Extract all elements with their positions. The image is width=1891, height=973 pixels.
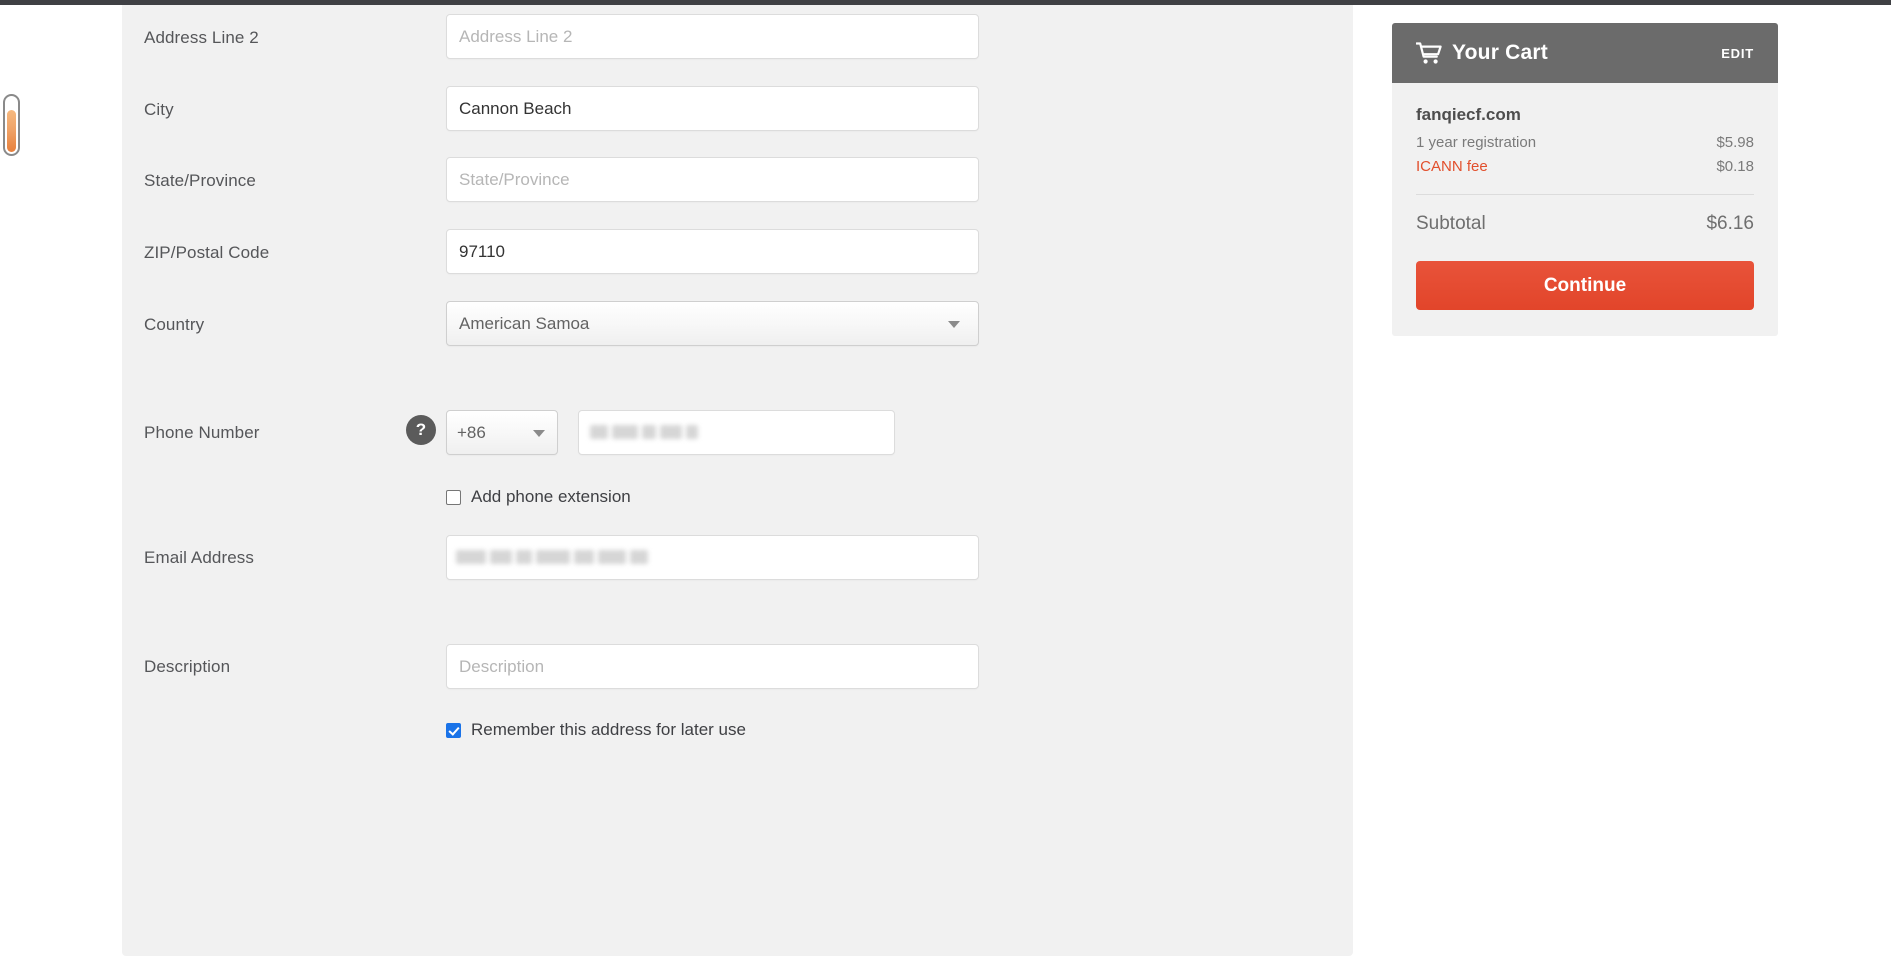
state-province-input[interactable]	[446, 157, 979, 202]
remember-address-label[interactable]: Remember this address for later use	[471, 720, 746, 740]
shopping-cart-icon	[1416, 41, 1442, 64]
control-zip-postal-code	[446, 229, 979, 274]
address-form-panel: Address Line 2 City State/Province ZIP/P…	[122, 5, 1353, 956]
zip-postal-code-input[interactable]	[446, 229, 979, 274]
address-line-2-input[interactable]	[446, 14, 979, 59]
cart-line-price: $0.18	[1716, 158, 1754, 175]
control-phone-number: +86	[446, 410, 895, 455]
cart-domain-name: fanqiecf.com	[1416, 105, 1521, 124]
label-address-line-2: Address Line 2	[144, 28, 259, 47]
cart-title: Your Cart	[1452, 41, 1548, 64]
edge-progress-gauge	[3, 94, 20, 156]
control-state-province	[446, 157, 979, 202]
continue-button[interactable]: Continue	[1416, 261, 1754, 310]
cart-subtotal-value: $6.16	[1706, 213, 1754, 234]
control-address-line-2	[446, 14, 979, 59]
label-state-province: State/Province	[144, 171, 256, 190]
question-mark-icon[interactable]: ?	[406, 415, 436, 445]
cart-subtotal-row: Subtotal $6.16	[1416, 195, 1754, 235]
label-country: Country	[144, 315, 205, 334]
add-phone-extension-row[interactable]: Add phone extension	[446, 487, 631, 507]
cart-line-label: ICANN fee	[1416, 158, 1488, 175]
cart-line-item: ICANN fee $0.18	[1416, 158, 1754, 175]
checkout-page: Address Line 2 City State/Province ZIP/P…	[0, 0, 1891, 973]
phone-number-field-wrap	[578, 410, 895, 455]
label-email-address: Email Address	[144, 548, 254, 567]
add-phone-extension-checkbox[interactable]	[446, 489, 461, 505]
remember-address-row[interactable]: Remember this address for later use	[446, 720, 746, 740]
label-city: City	[144, 100, 174, 119]
edge-progress-gauge-fill	[7, 110, 16, 152]
control-country: American Samoa	[446, 301, 979, 346]
add-phone-extension-label[interactable]: Add phone extension	[471, 487, 631, 507]
country-select[interactable]: American Samoa	[446, 301, 979, 346]
email-address-input[interactable]	[446, 535, 979, 580]
chevron-down-icon	[948, 320, 960, 328]
city-input[interactable]	[446, 86, 979, 131]
label-zip-postal-code: ZIP/Postal Code	[144, 243, 270, 262]
cart-edit-button[interactable]: EDIT	[1721, 46, 1754, 61]
chevron-down-icon	[533, 429, 545, 437]
label-description: Description	[144, 657, 231, 676]
email-field-wrap	[446, 535, 979, 580]
control-city	[446, 86, 979, 131]
cart-line-item: 1 year registration $5.98	[1416, 134, 1754, 151]
description-input[interactable]	[446, 644, 979, 689]
control-description	[446, 644, 979, 689]
phone-country-code-select[interactable]: +86	[446, 410, 558, 455]
cart-line-label: 1 year registration	[1416, 134, 1537, 151]
cart-header: Your Cart EDIT	[1392, 23, 1778, 83]
country-select-value: American Samoa	[459, 313, 590, 333]
control-email-address	[446, 535, 979, 580]
cart-panel: Your Cart EDIT fanqiecf.com 1 year regis…	[1392, 23, 1778, 336]
cart-line-price: $5.98	[1716, 134, 1754, 151]
remember-address-checkbox[interactable]	[446, 722, 461, 738]
cart-body: fanqiecf.com 1 year registration $5.98 I…	[1392, 83, 1778, 235]
phone-number-input[interactable]	[578, 410, 895, 455]
cart-subtotal-label: Subtotal	[1416, 213, 1486, 234]
phone-country-code-value: +86	[457, 422, 486, 442]
label-phone-number: Phone Number	[144, 423, 260, 442]
